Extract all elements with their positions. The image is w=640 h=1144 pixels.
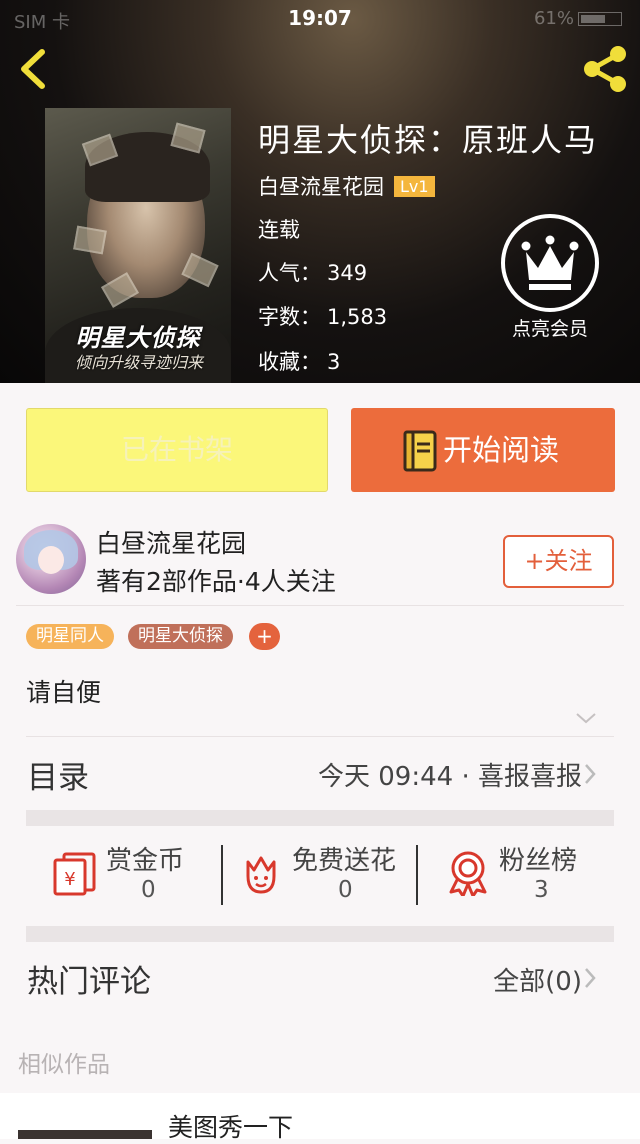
follow-button[interactable]: +关注: [503, 535, 614, 588]
reward-label: 粉丝榜: [499, 846, 578, 876]
author-meta: 著有2部作品·4人关注: [96, 567, 336, 596]
author-avatar[interactable]: [16, 524, 86, 594]
cover-title: 明星大侦探: [75, 324, 201, 352]
hot-comments-label: 热门评论: [27, 964, 151, 1000]
share-button[interactable]: [580, 44, 630, 94]
tag-chip[interactable]: 明星同人: [26, 624, 114, 649]
crown-icon: [521, 235, 579, 290]
crown-badge: [501, 214, 599, 312]
book-cover[interactable]: 明星大侦探 倾向升级寻迹归来: [45, 108, 231, 383]
reward-label: 免费送花: [292, 846, 397, 876]
similar-work-cover[interactable]: [18, 1130, 152, 1139]
tag-chip[interactable]: 明星大侦探: [128, 624, 233, 649]
stat-label: 字数：: [258, 305, 321, 329]
start-reading-button[interactable]: 开始阅读: [351, 408, 615, 492]
book-header: SIM 卡 19:07 61% 明星大侦探 倾向升级寻迹归来 明星大侦探：原班人…: [0, 0, 640, 383]
chevron-right-icon[interactable]: [583, 762, 597, 786]
book-icon: [403, 430, 437, 472]
add-tag-button[interactable]: +: [249, 623, 280, 650]
cover-subtitle: 倾向升级寻迹归来: [74, 353, 203, 372]
share-icon: [584, 46, 626, 92]
svg-text:¥: ¥: [64, 869, 75, 890]
send-flowers-button[interactable]: 免费送花 0: [238, 840, 408, 910]
reward-count: 0: [141, 877, 156, 903]
divider: [221, 845, 223, 905]
reward-count: 0: [338, 877, 353, 903]
divider: [16, 605, 624, 606]
book-author-row: 白昼流星花园 Lv1: [258, 171, 435, 201]
toc-latest-chapter[interactable]: 今天 09:44 · 喜报喜报: [318, 756, 582, 793]
stat-label: 人气：: [258, 261, 321, 285]
status-bar: SIM 卡 19:07 61%: [0, 0, 640, 36]
divider: [26, 736, 614, 737]
level-badge: Lv1: [394, 176, 435, 197]
fan-ranking-button[interactable]: 粉丝榜 3: [445, 840, 605, 910]
battery-indicator: 61%: [534, 8, 622, 29]
coin-envelope-icon: ¥: [53, 852, 96, 896]
battery-percent: 61%: [533, 8, 574, 29]
start-reading-label: 开始阅读: [443, 433, 560, 467]
book-author[interactable]: 白昼流星花园: [258, 175, 384, 199]
serial-status: 连载: [258, 218, 300, 242]
reward-label: 赏金币: [106, 846, 185, 876]
reward-count: 3: [534, 877, 549, 903]
medal-icon: [449, 851, 487, 896]
stat-favorites: 收藏： 3: [258, 346, 340, 376]
back-button[interactable]: [14, 46, 54, 92]
vip-label: 点亮会员: [511, 318, 588, 340]
stat-value: 1,583: [327, 305, 388, 329]
chevron-right-icon[interactable]: [583, 966, 597, 990]
on-shelf-button[interactable]: 已在书架: [26, 408, 328, 492]
section-separator: [26, 926, 614, 942]
chevron-left-icon: [21, 49, 45, 89]
stat-value: 3: [327, 350, 341, 374]
author-name[interactable]: 白昼流星花园: [96, 524, 246, 560]
stat-word-count: 字数： 1,583: [258, 301, 387, 331]
toc-label[interactable]: 目录: [27, 752, 89, 797]
stat-label: 收藏：: [258, 350, 321, 374]
vip-button[interactable]: 点亮会员: [498, 214, 602, 341]
similar-works-label: 相似作品: [18, 1052, 110, 1078]
flower-icon: [246, 856, 276, 894]
section-separator: [26, 810, 614, 826]
divider: [416, 845, 418, 905]
reward-coins-button[interactable]: ¥ 赏金币 0: [52, 840, 222, 910]
chevron-down-icon[interactable]: [575, 710, 597, 726]
all-comments-link[interactable]: 全部(0): [493, 961, 582, 998]
stat-popularity: 人气： 349: [258, 257, 367, 287]
book-intro: 请自便: [26, 678, 102, 707]
battery-icon: [578, 12, 622, 26]
book-title: 明星大侦探：原班人马: [258, 121, 599, 159]
stat-value: 349: [327, 261, 368, 285]
